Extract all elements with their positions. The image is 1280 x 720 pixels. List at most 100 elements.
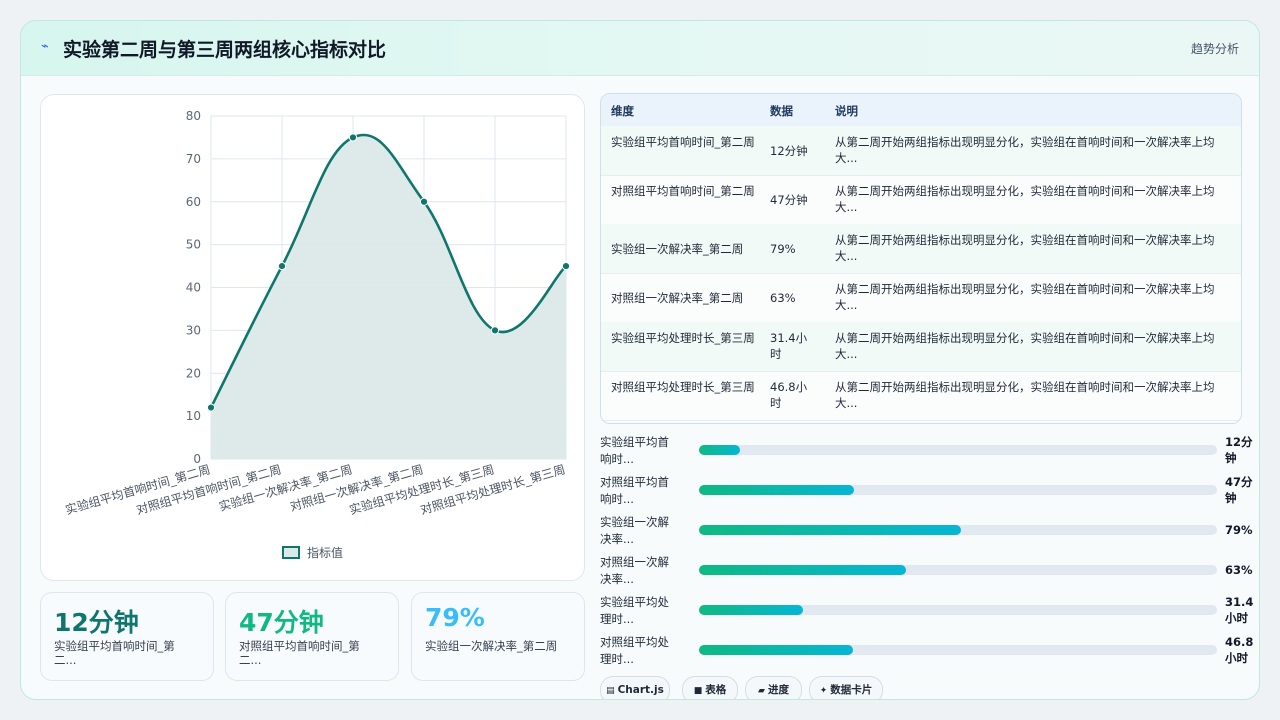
y-tick-label: 50 xyxy=(186,238,201,252)
y-tick-label: 80 xyxy=(186,109,201,123)
kpi-value: 79% xyxy=(425,603,485,632)
progress-value: 79% xyxy=(1225,523,1253,537)
kpi-label: 实验组一次解决率_第二周 xyxy=(425,639,558,653)
progress-fill xyxy=(699,445,741,455)
progress-track xyxy=(699,485,1217,495)
table-row: 实验组平均首响时间_第二周 12分钟 从第二周开始两组指标出现明显分化，实验组在首响… xyxy=(601,126,1241,176)
progress-fill xyxy=(699,565,907,575)
chart-card: 0 10 20 30 40 50 60 70 80 实验组平均首响时间_第二周 对照组平均首响时间_… xyxy=(40,94,585,581)
cell-dimension: 对照组平均处理时长_第三周 xyxy=(611,380,755,394)
chart-icon: ▤ xyxy=(606,686,615,696)
progress-track xyxy=(699,445,1217,455)
progress-fill xyxy=(699,605,803,615)
data-point xyxy=(419,197,429,206)
progress-fill xyxy=(699,485,855,495)
y-tick-label: 60 xyxy=(186,195,201,209)
data-point xyxy=(206,403,216,412)
dashboard-frame: ⌁ 实验第二周与第三周两组核心指标对比 趋势分析 0 10 20 30 40 50 60 70… xyxy=(20,20,1260,700)
chip-label: 进度 xyxy=(767,684,789,696)
kpi-value: 47分钟 xyxy=(239,608,324,637)
area-chart: 01020304050607080实验组平均首响时间_第二周对照组平均首响时间_… xyxy=(63,109,571,560)
progress-track xyxy=(699,605,1217,615)
progress-label: 实验组一次解决率... xyxy=(600,515,669,546)
cell-description: 从第二周开始两组指标出现明显分化，实验组在首响时间和一次解决率上均大... xyxy=(835,331,1215,361)
trend-analysis-tag[interactable]: 趋势分析 xyxy=(1191,40,1239,57)
progress-track xyxy=(699,565,1217,575)
progress-value: 47分钟 xyxy=(1225,475,1253,505)
y-tick-label: 30 xyxy=(186,323,201,337)
y-tick-label: 40 xyxy=(186,281,201,295)
table-icon: ■ xyxy=(693,686,703,696)
table-row: 对照组平均首响时间_第二周 47分钟 从第二周开始两组指标出现明显分化，实验组在首响… xyxy=(601,175,1241,225)
y-tick-label: 10 xyxy=(186,409,201,423)
table-row: 对照组平均处理时长_第三周 46.8小时 从第二周开始两组指标出现明显分化，实验组在… xyxy=(601,371,1241,421)
cell-dimension: 对照组一次解决率_第二周 xyxy=(611,291,744,305)
progress-row: 实验组平均首响时... 12分钟 xyxy=(600,434,1253,472)
progress-value: 63% xyxy=(1225,563,1253,577)
y-tick-label: 70 xyxy=(186,152,201,166)
progress-value: 12分钟 xyxy=(1225,435,1253,465)
chip-progress[interactable]: ▰ 进度 xyxy=(745,676,802,699)
progress-label: 对照组平均首响时... xyxy=(600,475,669,506)
column-header-dimension: 维度 xyxy=(611,104,634,118)
progress-label: 实验组平均处理时... xyxy=(600,595,669,626)
cell-value: 46.8小时 xyxy=(770,380,808,410)
chip-label: 表格 xyxy=(705,684,727,696)
chip-sparkle[interactable]: ✦ 数据卡片 xyxy=(809,676,883,699)
data-point xyxy=(348,133,358,142)
data-point xyxy=(561,261,571,271)
progress-fill xyxy=(699,525,961,535)
progress-row: 实验组一次解决率... 79% xyxy=(600,514,1253,552)
progress-value: 31.4小时 xyxy=(1225,595,1254,625)
progress-fill xyxy=(699,645,853,655)
progress-row: 对照组一次解决率... 63% xyxy=(600,554,1253,592)
table-row: 对照组一次解决率_第二周 63% 从第二周开始两组指标出现明显分化，实验组在首响时间… xyxy=(601,273,1241,323)
sparkle-icon: ✦ xyxy=(819,686,828,696)
kpi-label: 对照组平均首响时间_第二... xyxy=(239,639,360,667)
progress-row: 对照组平均处理时... 46.8小时 xyxy=(600,634,1253,672)
table-header: 维度 数据 说明 xyxy=(601,94,1241,127)
progress-label: 对照组一次解决率... xyxy=(600,555,669,586)
cell-value: 47分钟 xyxy=(770,193,808,207)
column-header-data: 数据 xyxy=(770,104,793,118)
cell-dimension: 实验组一次解决率_第二周 xyxy=(611,242,744,256)
cell-description: 从第二周开始两组指标出现明显分化，实验组在首响时间和一次解决率上均大... xyxy=(835,184,1215,214)
progress-icon: ▰ xyxy=(758,686,765,696)
chip-chart[interactable]: ▤ Chart.js xyxy=(600,676,670,699)
cell-dimension: 实验组平均首响时间_第二周 xyxy=(611,135,755,149)
progress-value: 46.8小时 xyxy=(1225,635,1254,665)
progress-label: 实验组平均首响时... xyxy=(600,435,669,466)
table-row: 实验组平均处理时长_第三周 31.4小时 从第二周开始两组指标出现明显分化，实验组在… xyxy=(601,322,1241,372)
y-tick-label: 20 xyxy=(186,366,201,380)
chip-label: 数据卡片 xyxy=(830,684,873,696)
data-point xyxy=(277,261,287,271)
page-title: 实验第二周与第三周两组核心指标对比 xyxy=(63,39,387,61)
cell-value: 79% xyxy=(770,242,796,256)
cell-value: 63% xyxy=(770,291,796,305)
cell-value: 12分钟 xyxy=(770,144,808,158)
cell-dimension: 对照组平均首响时间_第二周 xyxy=(611,184,755,198)
cell-dimension: 实验组平均处理时长_第三周 xyxy=(611,331,755,345)
series-area xyxy=(211,134,566,459)
cell-value: 31.4小时 xyxy=(770,331,808,361)
cell-description: 从第二周开始两组指标出现明显分化，实验组在首响时间和一次解决率上均大... xyxy=(835,233,1215,263)
progress-row: 实验组平均处理时... 31.4小时 xyxy=(600,594,1253,632)
kpi-label: 实验组平均首响时间_第二... xyxy=(54,639,175,667)
kpi-card: 12分钟 实验组平均首响时间_第二... xyxy=(40,592,214,681)
chip-table[interactable]: ■ 表格 xyxy=(682,676,738,699)
table-row: 实验组一次解决率_第二周 79% 从第二周开始两组指标出现明显分化，实验组在首响时间… xyxy=(601,224,1241,274)
cell-description: 从第二周开始两组指标出现明显分化，实验组在首响时间和一次解决率上均大... xyxy=(835,135,1215,165)
progress-label: 对照组平均处理时... xyxy=(600,635,669,666)
legend-label: 指标值 xyxy=(307,545,343,560)
legend-swatch xyxy=(282,546,300,559)
kpi-value: 12分钟 xyxy=(54,608,139,637)
data-point xyxy=(490,326,500,335)
kpi-card: 47分钟 对照组平均首响时间_第二... xyxy=(225,592,399,681)
data-table: 维度 数据 说明 实验组平均首响时间_第二周 12分钟 从第二周开始两组指标出现明显… xyxy=(600,93,1242,424)
progress-track xyxy=(699,525,1217,535)
progress-track xyxy=(699,645,1217,655)
cell-description: 从第二周开始两组指标出现明显分化，实验组在首响时间和一次解决率上均大... xyxy=(835,380,1215,410)
header: ⌁ 实验第二周与第三周两组核心指标对比 趋势分析 xyxy=(21,21,1259,76)
progress-row: 对照组平均首响时... 47分钟 xyxy=(600,474,1253,512)
pulse-icon: ⌁ xyxy=(41,39,49,54)
